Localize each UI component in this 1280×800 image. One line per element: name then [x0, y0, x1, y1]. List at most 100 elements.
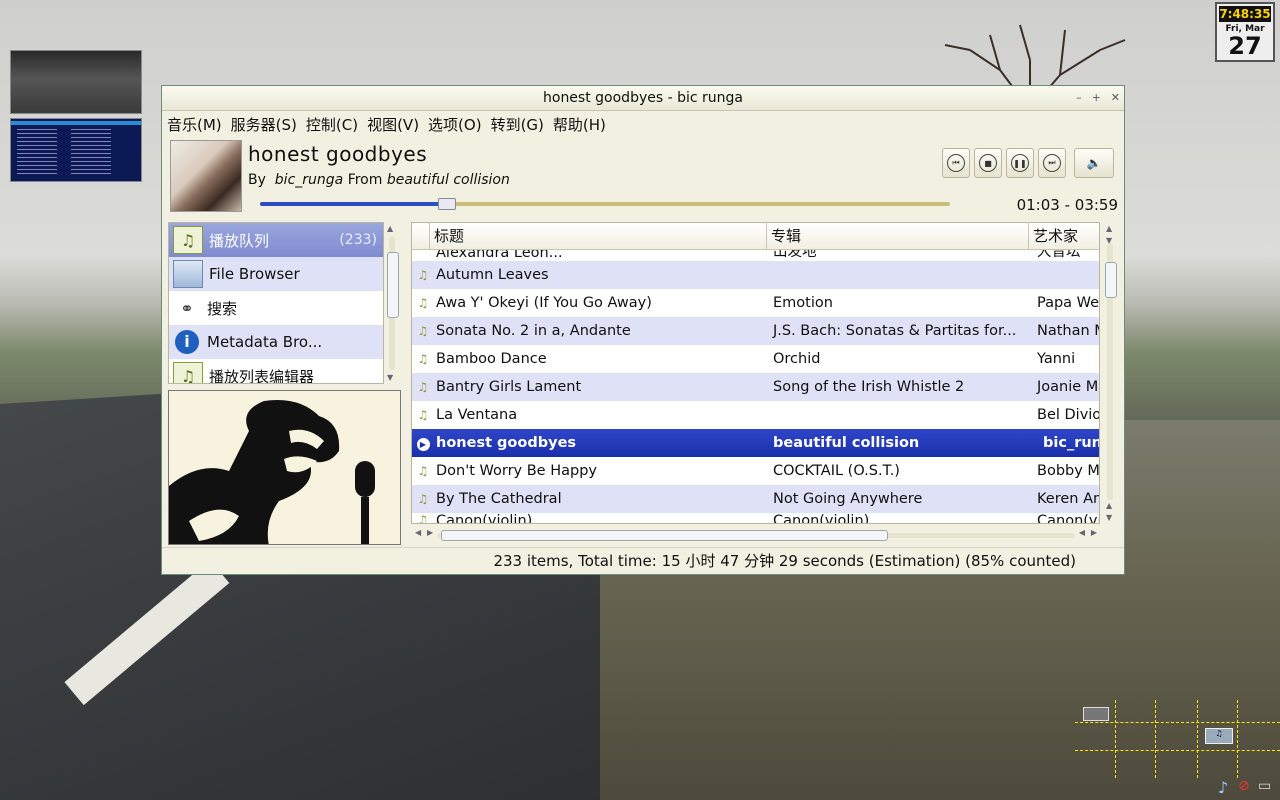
table-row[interactable]: ♫ Don't Worry Be Happy COCKTAIL (O.S.T.)… — [412, 457, 1099, 485]
maximize-icon[interactable]: + — [1092, 86, 1101, 110]
stop-button[interactable]: ■ — [974, 148, 1002, 178]
scroll-down-icon[interactable]: ▼ — [1106, 513, 1112, 522]
table-row[interactable]: ♫ Autumn Leaves — [412, 261, 1099, 289]
playback-controls: ⏮ ■ ❚❚ ⏭ 🔈 — [942, 148, 1114, 178]
seek-handle[interactable] — [438, 198, 457, 210]
table-row-current[interactable]: ▶ honest goodbyes beautiful collision bi… — [412, 429, 1099, 457]
table-row[interactable]: ♫ Canon(violin) Canon(violin) Canon(viol… — [412, 513, 1099, 524]
scroll-up-icon[interactable]: ▲ — [1106, 224, 1112, 233]
header-album[interactable]: 专辑 — [767, 223, 1029, 249]
clock-day: 27 — [1228, 32, 1262, 60]
scroll-left-icon[interactable]: ◀ — [415, 528, 421, 537]
previous-button[interactable]: ⏮ — [942, 148, 970, 178]
pause-button[interactable]: ❚❚ — [1006, 148, 1034, 178]
table-row[interactable]: ♫ Sonata No. 2 in a, Andante J.S. Bach: … — [412, 317, 1099, 345]
workspace-thumbnail-2[interactable] — [10, 118, 142, 182]
volume-button[interactable]: 🔈 — [1074, 148, 1114, 178]
seek-bar[interactable] — [260, 198, 950, 210]
close-icon[interactable]: ✕ — [1111, 86, 1120, 110]
header-artist[interactable]: 艺术家 — [1029, 223, 1099, 249]
playlist-editor-icon: ♫ — [173, 362, 203, 383]
menu-goto[interactable]: 转到(G) — [491, 114, 549, 135]
menu-music[interactable]: 音乐(M) — [167, 114, 227, 135]
sidebar-scroll-thumb[interactable] — [387, 252, 399, 318]
seek-bar-fill — [260, 202, 447, 206]
track-album: beautiful collision — [386, 172, 510, 188]
header-icon-column[interactable] — [412, 223, 430, 249]
row-artist: Yanni — [1037, 351, 1076, 367]
table-row[interactable]: ♫ Bamboo Dance Orchid Yanni — [412, 345, 1099, 373]
sidebar-item-label: 播放列表编辑器 — [209, 367, 315, 384]
music-player-window: honest goodbyes - bic runga – + ✕ 音乐(M) … — [161, 85, 1125, 575]
music-tray-icon[interactable]: ♪ — [1218, 778, 1236, 798]
row-album: J.S. Bach: Sonatas & Partitas for... — [773, 323, 1017, 339]
playlist-horizontal-scrollbar[interactable]: ◀ ▶ ◀ ▶ — [413, 528, 1099, 542]
scroll-up-icon[interactable]: ▲ — [387, 224, 393, 233]
menu-control[interactable]: 控制(C) — [306, 114, 363, 135]
table-row[interactable]: ♫ La Ventana Bel Diviolin — [412, 401, 1099, 429]
clock-time: 7:48:35 — [1219, 6, 1271, 22]
scroll-left-icon[interactable]: ◀ — [1079, 528, 1085, 537]
row-artist: bic_runga — [1043, 435, 1099, 451]
table-row[interactable]: ♫ By The Cathedral Not Going Anywhere Ke… — [412, 485, 1099, 513]
sidebar-item-metadata-browser[interactable]: i Metadata Bro... — [169, 325, 383, 359]
now-playing-panel: honest goodbyes By bic_runga From beauti… — [168, 140, 1120, 214]
menu-server[interactable]: 服务器(S) — [231, 114, 302, 135]
workspace-thumbnail-1[interactable] — [10, 50, 142, 114]
music-note-icon: ♫ — [417, 513, 429, 524]
row-album: Orchid — [773, 351, 821, 367]
next-button[interactable]: ⏭ — [1038, 148, 1066, 178]
table-row[interactable]: ♫ Awa Y' Okeyi (If You Go Away) Emotion … — [412, 289, 1099, 317]
menu-view[interactable]: 视图(V) — [367, 114, 424, 135]
desktop-clock: 7:48:35 Fri, Mar 27 — [1215, 2, 1275, 62]
track-artist: bic_runga — [274, 172, 344, 188]
row-title: Sonata No. 2 in a, Andante — [436, 323, 631, 339]
sidebar-item-label: 播放队列 — [209, 231, 270, 250]
queue-count: (233) — [339, 232, 377, 248]
album-cover[interactable] — [170, 140, 242, 212]
track-title: honest goodbyes — [248, 142, 428, 166]
sidebar-item-play-queue[interactable]: ♫ 播放队列 (233) — [169, 223, 383, 257]
row-album: Song of the Irish Whistle 2 — [773, 379, 965, 395]
row-title: Autumn Leaves — [436, 267, 549, 283]
music-note-icon: ♫ — [417, 408, 429, 422]
sidebar-item-label: File Browser — [209, 265, 300, 283]
scroll-down-icon[interactable]: ▼ — [387, 373, 393, 382]
row-title: Don't Worry Be Happy — [436, 463, 597, 479]
scroll-right-icon[interactable]: ▶ — [1091, 528, 1097, 537]
row-album: Emotion — [773, 295, 833, 311]
pause-icon: ❚❚ — [1011, 154, 1029, 172]
row-artist: Joanie Madden — [1037, 379, 1099, 395]
menu-help[interactable]: 帮助(H) — [553, 114, 611, 135]
cover-art-panel — [168, 390, 401, 545]
row-artist: Bel Diviolin — [1037, 407, 1099, 423]
playlist-hscroll-thumb[interactable] — [441, 530, 888, 541]
header-title[interactable]: 标题 — [430, 223, 767, 249]
status-bar: 233 items, Total time: 15 小时 47 分钟 29 se… — [162, 547, 1124, 574]
sidebar-item-search[interactable]: ⚭ 搜索 — [169, 291, 383, 325]
sidebar-item-label: Metadata Bro... — [207, 333, 323, 351]
from-label: From — [347, 172, 383, 188]
row-artist: Bobby McFerrin — [1037, 463, 1100, 479]
music-note-icon: ♫ — [417, 352, 429, 366]
previous-icon: ⏮ — [947, 154, 965, 172]
scroll-up-icon[interactable]: ▲ — [1106, 501, 1112, 510]
playlist-vertical-scrollbar[interactable]: ▲ ▼ ▲ ▼ — [1102, 222, 1118, 524]
sidebar-scrollbar[interactable]: ▲ ▼ — [384, 222, 400, 384]
scroll-right-icon[interactable]: ▶ — [427, 528, 433, 537]
minimize-icon[interactable]: – — [1076, 86, 1082, 110]
alert-tray-icon[interactable]: ⊘ — [1238, 778, 1256, 798]
row-title: La Ventana — [436, 407, 518, 423]
desktop-pager[interactable]: ♫ — [1075, 700, 1280, 778]
status-text: 233 items, Total time: 15 小时 47 分钟 29 se… — [493, 552, 1076, 570]
sidebar-item-playlist-editor[interactable]: ♫ 播放列表编辑器 — [169, 359, 383, 384]
music-note-icon: ♫ — [417, 492, 429, 506]
screen-tray-icon[interactable]: ▭ — [1258, 778, 1276, 798]
row-title: Bantry Girls Lament — [436, 379, 582, 395]
menu-bar: 音乐(M) 服务器(S) 控制(C) 视图(V) 选项(O) 转到(G) 帮助(… — [162, 111, 1124, 137]
sidebar-item-file-browser[interactable]: File Browser — [169, 257, 383, 291]
menu-options[interactable]: 选项(O) — [428, 114, 487, 135]
title-bar[interactable]: honest goodbyes - bic runga – + ✕ — [162, 86, 1124, 111]
playlist-scroll-thumb[interactable] — [1105, 262, 1117, 298]
table-row[interactable]: ♫ Bantry Girls Lament Song of the Irish … — [412, 373, 1099, 401]
